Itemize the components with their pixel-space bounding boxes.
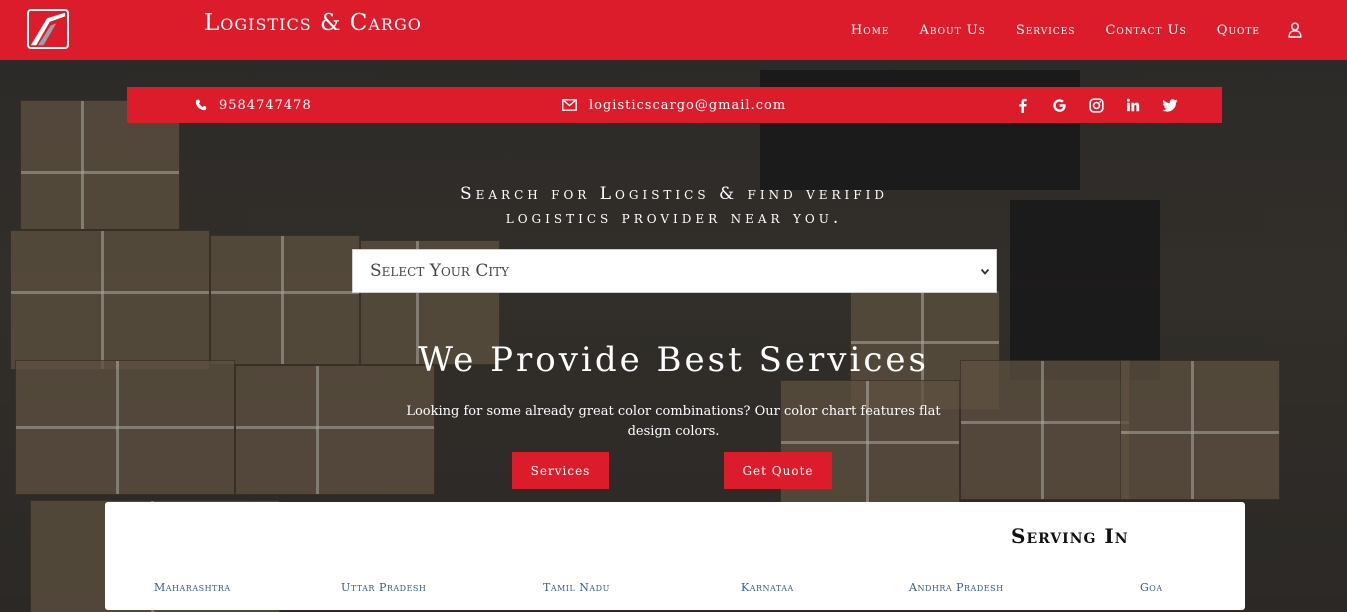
brand-title[interactable]: Logistics & Cargo <box>204 10 422 36</box>
phone-number: 9584747478 <box>219 97 312 113</box>
logo-swoosh-icon[interactable] <box>27 9 69 49</box>
state-link-maharashtra[interactable]: Maharashtra <box>154 581 231 594</box>
search-heading: Search for Logistics & find verifid logi… <box>374 182 974 230</box>
hero-description-line2: design colors. <box>627 424 720 439</box>
serving-panel: Serving In Maharashtra Uttar Pradesh Tam… <box>105 502 1245 610</box>
user-icon[interactable] <box>1288 22 1302 38</box>
state-link-andhra-pradesh[interactable]: Andhra Pradesh <box>909 581 1004 594</box>
facebook-icon[interactable] <box>1014 97 1030 113</box>
social-links <box>993 87 1178 123</box>
instagram-icon[interactable] <box>1088 97 1104 113</box>
contact-bar: 9584747478 logisticscargo@gmail.com <box>127 87 1222 123</box>
search-heading-line2: logistics provider near you. <box>505 208 843 228</box>
nav-quote[interactable]: Quote <box>1217 23 1260 38</box>
google-icon[interactable] <box>1051 97 1067 113</box>
search-heading-line1: Search for Logistics & find verifid <box>459 184 888 204</box>
nav-about-us[interactable]: About Us <box>919 23 985 38</box>
hero-title: We Provide Best Services <box>418 340 929 380</box>
hero-description-line1: Looking for some already great color com… <box>406 404 941 419</box>
hero-description: Looking for some already great color com… <box>400 402 947 442</box>
envelope-icon <box>562 99 577 111</box>
phone-icon <box>195 99 207 111</box>
get-quote-button[interactable]: Get Quote <box>724 452 832 489</box>
state-link-karnataa[interactable]: Karnataa <box>741 581 794 594</box>
chevron-down-icon <box>980 268 990 275</box>
state-link-tamil-nadu[interactable]: Tamil Nadu <box>543 581 610 594</box>
nav-services[interactable]: Services <box>1016 23 1076 38</box>
top-navbar: Logistics & Cargo Home About Us Services… <box>0 0 1347 60</box>
twitter-icon[interactable] <box>1162 97 1178 113</box>
nav-contact-us[interactable]: Contact Us <box>1105 23 1186 38</box>
state-link-uttar-pradesh[interactable]: Uttar Pradesh <box>341 581 426 594</box>
nav-home[interactable]: Home <box>851 23 890 38</box>
main-nav: Home About Us Services Contact Us Quote <box>821 0 1302 60</box>
state-link-goa[interactable]: Goa <box>1140 581 1163 594</box>
serving-title: Serving In <box>1011 524 1129 548</box>
services-button[interactable]: Services <box>512 452 609 489</box>
phone-contact[interactable]: 9584747478 <box>195 87 312 123</box>
email-contact[interactable]: logisticscargo@gmail.com <box>562 87 786 123</box>
city-select[interactable]: Select Your City <box>352 249 997 293</box>
email-address: logisticscargo@gmail.com <box>589 97 787 113</box>
city-select-value: Select Your City <box>370 261 510 281</box>
linkedin-icon[interactable] <box>1125 97 1141 113</box>
